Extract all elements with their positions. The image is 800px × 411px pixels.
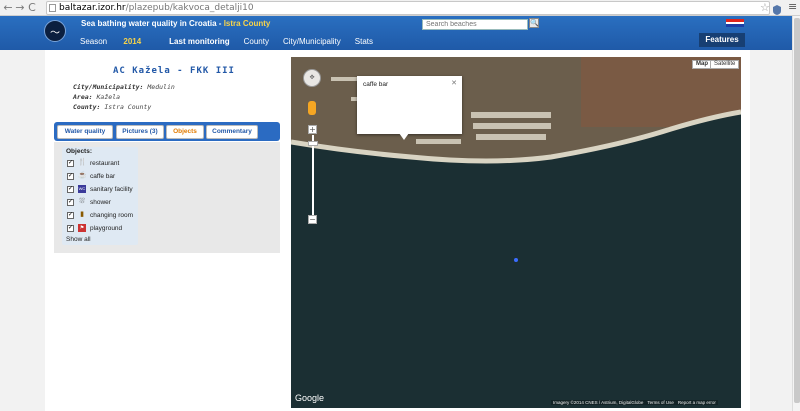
google-logo[interactable]: Google — [295, 393, 324, 403]
street-view-pegman-icon[interactable] — [308, 101, 316, 115]
search-beaches-input[interactable] — [422, 19, 528, 30]
scrollbar-thumb[interactable] — [794, 18, 800, 403]
shield-extension-icon[interactable] — [772, 1, 782, 15]
restaurant-icon: 🍴 — [78, 159, 87, 166]
nav-city-municipality[interactable]: City/Municipality — [283, 37, 341, 46]
nav-county[interactable]: County — [244, 37, 269, 46]
info-window-pointer — [399, 133, 409, 140]
object-caffe-bar[interactable]: ✓ ☕ caffe bar — [67, 171, 115, 181]
object-changing-room[interactable]: ✓ ▮ changing room — [67, 210, 133, 220]
forward-icon[interactable]: → — [14, 1, 26, 15]
back-icon[interactable]: ← — [2, 1, 14, 15]
beach-city: City/Municipality: Medulin — [73, 83, 175, 91]
tab-pictures[interactable]: Pictures (3) — [116, 125, 164, 139]
map-attribution: Imagery ©2014 CNES / Astrium, DigitalGlo… — [551, 400, 718, 405]
location-marker[interactable] — [514, 258, 518, 262]
tab-commentary[interactable]: Commentary — [206, 125, 258, 139]
beach-county: County: Istra County — [73, 103, 152, 111]
shower-icon: ⛆ — [79, 198, 85, 205]
object-restaurant[interactable]: ✓ 🍴 restaurant — [67, 158, 119, 168]
object-playground[interactable]: ✓ ⚑ playground — [67, 223, 122, 233]
coffee-icon: ☕ — [78, 172, 87, 179]
info-window-text: caffe bar — [363, 81, 389, 88]
map-info-window: caffe bar ✕ — [357, 76, 462, 134]
map-type-satellite-button[interactable]: Satellite — [710, 60, 740, 69]
object-shower[interactable]: ✓ ⛆ shower — [67, 197, 111, 207]
reload-icon[interactable]: C — [26, 1, 38, 15]
address-bar[interactable]: baltazar.izor.hr/plazepub/kakvoca_detalj… — [46, 1, 770, 15]
zoom-slider-track[interactable] — [312, 135, 314, 215]
beach-area: Area: Kažela — [73, 93, 120, 101]
zoom-in-button[interactable]: + — [308, 125, 317, 134]
browser-menu-icon[interactable]: ≡ — [788, 0, 797, 13]
tab-water-quality[interactable]: Water quality — [57, 125, 113, 139]
nav-season[interactable]: Season 2014 — [80, 37, 155, 46]
playground-icon: ⚑ — [78, 224, 86, 232]
main-nav: Season 2014 Last monitoring County City/… — [80, 37, 387, 46]
show-all-link[interactable]: Show all — [66, 236, 91, 243]
tab-objects[interactable]: Objects — [166, 125, 204, 139]
object-sanitary-facility[interactable]: ✓ WC sanitary facility — [67, 184, 133, 194]
checkbox[interactable]: ✓ — [67, 211, 74, 219]
checkbox[interactable]: ✓ — [67, 185, 74, 193]
wc-icon: WC — [78, 185, 86, 193]
bookmark-star-icon[interactable]: ☆ — [760, 1, 770, 14]
checkbox[interactable]: ✓ — [67, 224, 74, 232]
objects-title: Objects: — [66, 148, 93, 155]
beach-title: AC Kažela - FKK III — [113, 66, 235, 76]
close-icon[interactable]: ✕ — [451, 79, 457, 87]
satellite-map[interactable]: Map Satellite ✥ + − caffe bar ✕ Google I… — [291, 57, 741, 408]
terms-of-use-link[interactable]: Terms of Use — [647, 400, 674, 405]
url-host: baltazar.izor.hr — [59, 3, 126, 13]
page-scrollbar[interactable] — [792, 16, 800, 411]
map-type-map-button[interactable]: Map — [692, 60, 712, 69]
features-button[interactable]: Features — [699, 33, 745, 47]
url-path: /plazepub/kakvoca_detalji10 — [125, 3, 254, 13]
nav-stats[interactable]: Stats — [355, 37, 373, 46]
zoom-slider-handle[interactable] — [308, 141, 318, 146]
changing-room-icon: ▮ — [80, 211, 84, 218]
checkbox[interactable]: ✓ — [67, 159, 74, 167]
nav-last-monitoring[interactable]: Last monitoring — [169, 37, 229, 46]
checkbox[interactable]: ✓ — [67, 198, 74, 206]
page-icon — [49, 4, 56, 12]
swimmer-logo-icon[interactable]: 〜 — [44, 20, 66, 42]
checkbox[interactable]: ✓ — [67, 172, 74, 180]
pan-control-icon[interactable]: ✥ — [303, 69, 321, 87]
site-title: Sea bathing water quality in Croatia - I… — [81, 19, 271, 28]
croatian-flag-icon[interactable] — [726, 19, 744, 27]
search-button[interactable]: 🔍 — [529, 18, 539, 28]
report-map-error-link[interactable]: Report a map error — [678, 400, 716, 405]
zoom-out-button[interactable]: − — [308, 215, 317, 224]
